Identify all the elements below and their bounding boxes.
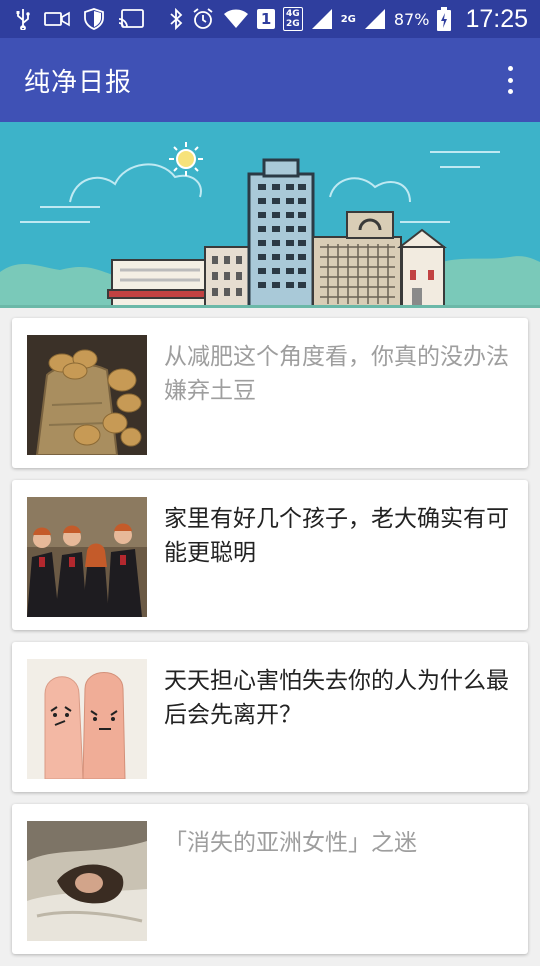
group-photo-image bbox=[27, 497, 147, 617]
cast-icon bbox=[118, 9, 144, 29]
alarm-icon bbox=[191, 7, 215, 31]
finger-faces-image bbox=[27, 659, 147, 779]
network-type-badge: 4G 2G bbox=[283, 7, 303, 31]
bluetooth-icon bbox=[169, 8, 183, 30]
article-title: 家里有好几个孩子，老大确实有可能更聪明 bbox=[164, 506, 509, 566]
article-title: 从减肥这个角度看，你真的没办法嫌弃土豆 bbox=[164, 344, 509, 404]
battery-icon bbox=[437, 7, 452, 31]
article-card[interactable]: 天天担心害怕失去你的人为什么最后会先离开？ bbox=[12, 642, 528, 792]
wifi-icon bbox=[223, 8, 249, 30]
signal-icon-2 bbox=[364, 8, 386, 30]
header-banner bbox=[0, 122, 540, 308]
article-card[interactable]: 家里有好几个孩子，老大确实有可能更聪明 bbox=[12, 480, 528, 630]
dot-icon bbox=[507, 66, 513, 71]
sim-indicator: 1 bbox=[257, 9, 276, 29]
article-card[interactable]: 从减肥这个角度看，你真的没办法嫌弃土豆 bbox=[12, 318, 528, 468]
overflow-menu-button[interactable] bbox=[502, 66, 518, 94]
signal-icon bbox=[311, 8, 333, 30]
city-skyline-illustration bbox=[0, 122, 540, 308]
potato-sack-image bbox=[27, 335, 147, 455]
dot-icon bbox=[507, 77, 513, 83]
shield-icon bbox=[84, 8, 104, 30]
video-icon bbox=[44, 11, 70, 27]
article-list: 从减肥这个角度看，你真的没办法嫌弃土豆 家里有好几个孩子，老大确实有可能更聪明 bbox=[12, 318, 528, 966]
sleeping-woman-image bbox=[27, 821, 147, 941]
dot-icon bbox=[507, 89, 513, 94]
battery-percent: 87% bbox=[393, 9, 430, 29]
clock: 17:25 bbox=[465, 4, 528, 33]
app-toolbar: 纯净日报 bbox=[0, 38, 540, 122]
article-card[interactable]: 「消失的亚洲女性」之迷 bbox=[12, 804, 528, 954]
usb-icon bbox=[16, 8, 30, 30]
network-type-top: 4G bbox=[286, 9, 300, 19]
article-title: 「消失的亚洲女性」之迷 bbox=[164, 830, 417, 856]
status-bar: 1 4G 2G 2G 87% 17:25 bbox=[0, 0, 540, 38]
network-type-2: 2G bbox=[340, 13, 356, 25]
article-title: 天天担心害怕失去你的人为什么最后会先离开？ bbox=[164, 668, 509, 728]
network-type-bottom: 2G bbox=[286, 19, 300, 29]
app-title: 纯净日报 bbox=[24, 67, 133, 98]
